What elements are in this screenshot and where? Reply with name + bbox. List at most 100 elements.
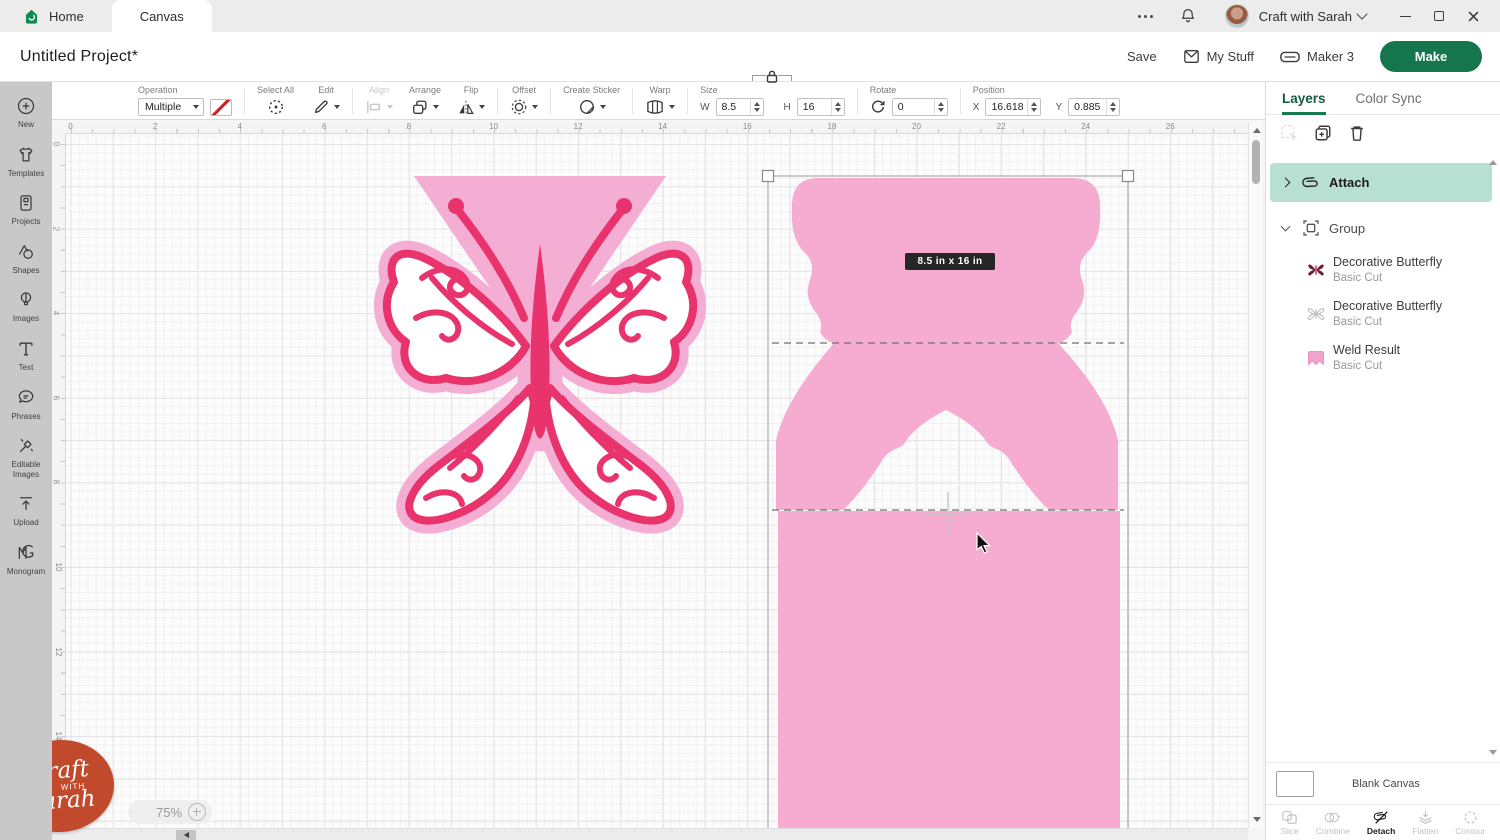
layer-row-weld-result[interactable]: Weld Result Basic Cut <box>1306 340 1492 376</box>
sidebar-item-new[interactable]: New <box>0 88 52 137</box>
slice-button: Slice <box>1280 810 1298 836</box>
chevron-right-icon[interactable] <box>1281 178 1291 188</box>
dropdown-caret-icon <box>334 105 340 109</box>
user-avatar[interactable] <box>1225 4 1249 28</box>
select-all-button[interactable]: Select All <box>257 85 294 116</box>
size-lock-toggle[interactable] <box>752 70 792 83</box>
warp-button[interactable]: Warp <box>645 85 675 116</box>
layer-row-decorative-butterfly-2[interactable]: Decorative Butterfly Basic Cut <box>1306 296 1492 332</box>
home-tab-label: Home <box>49 9 84 24</box>
flatten-icon <box>1417 810 1434 825</box>
horizontal-ruler: 02468101214161820222426 <box>66 122 1248 134</box>
chevron-down-icon[interactable] <box>1281 222 1291 232</box>
v-ruler-number: 4 <box>52 311 61 315</box>
window-minimize-button[interactable] <box>1388 0 1422 32</box>
tab-color-sync[interactable]: Color Sync <box>1356 82 1422 115</box>
width-stepper[interactable] <box>750 99 763 115</box>
align-button: Align <box>365 85 393 116</box>
sidebar-item-images[interactable]: Images <box>0 282 52 331</box>
project-title[interactable]: Untitled Project* <box>20 48 138 66</box>
sidebar-item-projects[interactable]: Projects <box>0 185 52 234</box>
position-y-input[interactable]: 0.885 <box>1068 98 1120 116</box>
machine-select-button[interactable]: Maker 3 <box>1280 49 1354 64</box>
panel-scroll-up-icon[interactable] <box>1489 160 1497 165</box>
zoom-control[interactable]: 75% <box>128 800 212 824</box>
rotate-value: 0 <box>898 101 904 113</box>
delete-trash-icon[interactable] <box>1348 124 1366 142</box>
blank-canvas-swatch[interactable] <box>1276 771 1314 797</box>
account-name[interactable]: Craft with Sarah <box>1259 9 1352 24</box>
select-tool-icon-disabled <box>1280 124 1298 142</box>
position-x-input[interactable]: 16.618 <box>985 98 1041 116</box>
h-ruler-number: 10 <box>489 122 498 131</box>
layer-row-group[interactable]: Group <box>1270 215 1492 241</box>
combine-button: Combine <box>1316 810 1350 836</box>
dropdown-caret-icon <box>669 105 675 109</box>
vertical-scroll-thumb[interactable] <box>1252 140 1260 184</box>
layer-row-decorative-butterfly-1[interactable]: Decorative Butterfly Basic Cut <box>1306 252 1492 288</box>
position-x-stepper[interactable] <box>1027 99 1040 115</box>
detach-button[interactable]: Detach <box>1367 810 1395 836</box>
size-label: Size <box>700 85 845 95</box>
zoom-in-button[interactable] <box>188 803 206 821</box>
rotate-icon[interactable] <box>870 99 886 115</box>
rotate-stepper[interactable] <box>934 99 947 115</box>
height-stepper[interactable] <box>831 99 844 115</box>
upload-icon <box>16 494 36 514</box>
height-input[interactable]: 16 <box>797 98 845 116</box>
create-sticker-button[interactable]: Create Sticker <box>563 85 620 116</box>
save-button[interactable]: Save <box>1127 49 1157 64</box>
scroll-up-icon[interactable] <box>1253 128 1261 133</box>
operation-group: Operation Multiple <box>138 85 232 116</box>
new-plus-icon <box>16 96 36 116</box>
sidebar-item-shapes[interactable]: Shapes <box>0 234 52 283</box>
sidebar-item-upload[interactable]: Upload <box>0 486 52 535</box>
tab-layers[interactable]: Layers <box>1282 82 1326 115</box>
scroll-down-icon[interactable] <box>1253 817 1261 822</box>
account-chevron-down-icon[interactable] <box>1356 8 1367 19</box>
width-input[interactable]: 8.5 <box>716 98 764 116</box>
offset-button[interactable]: Offset <box>510 85 538 116</box>
panel-scroll-down-icon[interactable] <box>1489 750 1497 755</box>
color-swatch-multi[interactable] <box>210 99 232 116</box>
tab-home[interactable]: Home <box>2 0 104 32</box>
decorative-butterfly-artwork[interactable] <box>387 176 693 521</box>
attach-label: Attach <box>1329 175 1369 190</box>
sidebar-item-templates[interactable]: Templates <box>0 137 52 186</box>
vertical-ruler: 02468101214 <box>52 134 66 828</box>
h-ruler-number: 16 <box>743 122 752 131</box>
canvas-artwork <box>66 134 1248 828</box>
detach-icon <box>1373 810 1390 825</box>
flip-mirror-icon <box>457 99 475 116</box>
sidebar-item-phrases[interactable]: Phrases <box>0 380 52 429</box>
tab-canvas[interactable]: Canvas <box>112 0 212 32</box>
layer-row-attach[interactable]: Attach <box>1270 163 1492 202</box>
duplicate-icon[interactable] <box>1314 124 1332 142</box>
sidebar-item-monogram[interactable]: Monogram <box>0 535 52 584</box>
more-options-icon[interactable] <box>1122 15 1169 18</box>
canvas-horizontal-scrollbar[interactable] <box>52 828 1248 840</box>
flip-button[interactable]: Flip <box>457 85 485 116</box>
window-close-button[interactable] <box>1456 0 1490 32</box>
v-ruler-number: 12 <box>54 647 63 656</box>
scroll-left-button[interactable] <box>176 830 196 840</box>
select-all-icon <box>267 98 285 116</box>
design-canvas-area: 02468101214161820222426 02468101214 <box>52 120 1265 840</box>
sidebar-item-editable-images[interactable]: Editable Images <box>0 428 52 486</box>
blank-canvas-row[interactable]: Blank Canvas <box>1266 762 1500 804</box>
h-ruler-number: 18 <box>827 122 836 131</box>
arrange-button[interactable]: Arrange <box>409 85 441 116</box>
my-stuff-button[interactable]: My Stuff <box>1183 49 1254 64</box>
operation-value: Multiple <box>145 101 181 113</box>
canvas-vertical-scrollbar[interactable] <box>1248 122 1262 828</box>
edit-button[interactable]: Edit <box>312 85 340 116</box>
position-y-stepper[interactable] <box>1106 99 1119 115</box>
window-maximize-button[interactable] <box>1422 0 1456 32</box>
layer-operation: Basic Cut <box>1333 359 1400 373</box>
operation-select[interactable]: Multiple <box>138 98 204 116</box>
rotate-input[interactable]: 0 <box>892 98 948 116</box>
notifications-bell-icon[interactable] <box>1179 7 1197 25</box>
make-button[interactable]: Make <box>1380 41 1482 72</box>
sidebar-item-text[interactable]: Text <box>0 331 52 380</box>
dropdown-caret-icon <box>479 105 485 109</box>
